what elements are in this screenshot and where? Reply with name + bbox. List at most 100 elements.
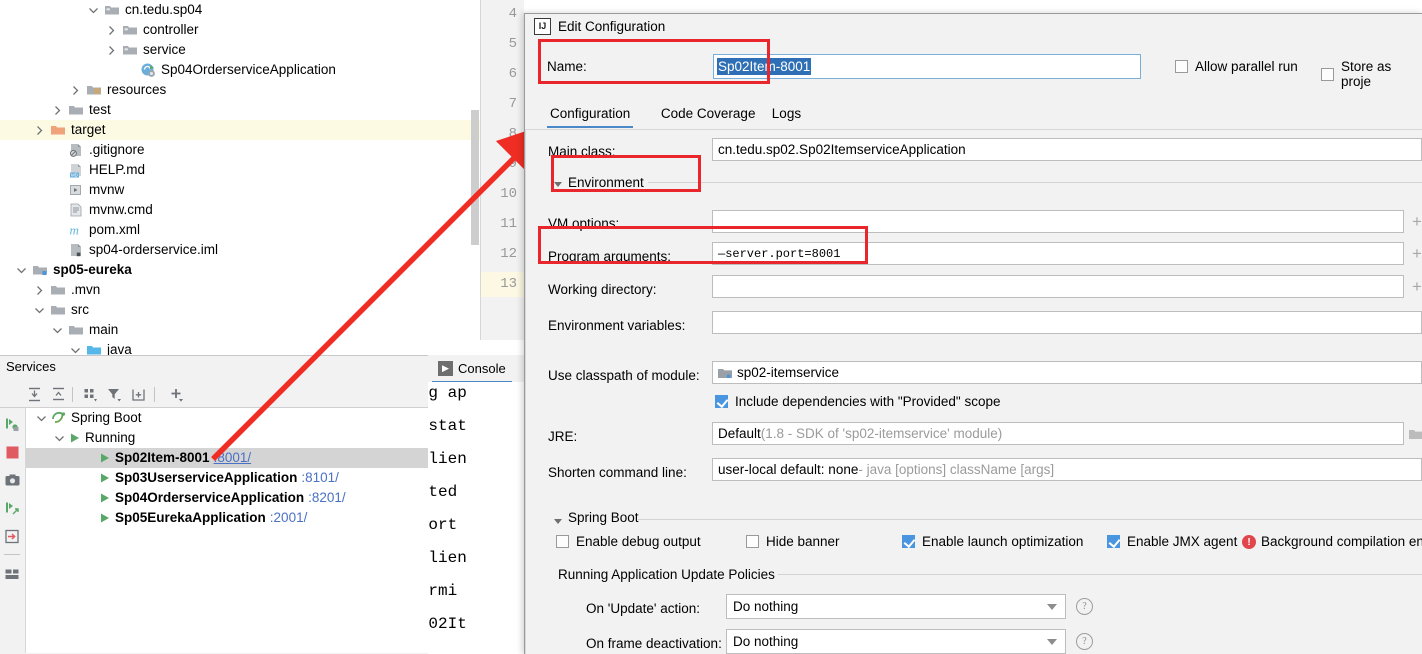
maven-file-icon: m — [68, 222, 89, 238]
project-tree-panel[interactable]: cn.tedu.sp04 controller service Sp04Orderse… — [0, 0, 480, 355]
stop-icon[interactable] — [4, 444, 21, 461]
tree-item-pom-xml[interactable]: m pom.xml — [0, 220, 480, 240]
use-classpath-of-module-combo[interactable]: sp02-itemservice — [712, 361, 1422, 384]
enable-debug-output-checkbox[interactable]: Enable debug output — [556, 534, 701, 549]
services-item-running[interactable]: Running — [26, 428, 428, 448]
tree-item-resources[interactable]: resources — [0, 80, 480, 100]
console-tab-bar[interactable]: ▶ Console — [428, 355, 524, 383]
chevron-right-icon[interactable] — [106, 25, 117, 36]
services-toolbar[interactable] — [0, 382, 428, 408]
working-directory-input[interactable] — [712, 275, 1404, 298]
services-item-port-link[interactable]: :2001/ — [270, 508, 308, 528]
chevron-down-icon[interactable] — [88, 5, 99, 16]
run-icon — [69, 432, 81, 444]
folder-icon — [50, 282, 71, 298]
attach-debugger-icon[interactable] — [4, 500, 21, 517]
services-item-sp02item-8001[interactable]: Sp02Item-8001:8001/ — [26, 448, 428, 468]
chevron-down-icon[interactable] — [70, 345, 81, 356]
allow-parallel-run-checkbox[interactable]: Allow parallel run — [1175, 59, 1298, 74]
debug-icon[interactable] — [4, 416, 21, 433]
services-item-port-link[interactable]: :8001/ — [214, 448, 252, 468]
tree-item-java[interactable]: java — [0, 340, 480, 355]
shorten-command-line-combo[interactable]: user-local default: none - java [options… — [712, 458, 1422, 481]
name-input[interactable]: Sp02Item-8001 — [713, 54, 1141, 79]
tree-item-src[interactable]: src — [0, 300, 480, 320]
export-icon[interactable] — [4, 528, 21, 545]
jre-combo[interactable]: Default (1.8 - SDK of 'sp02-itemservice'… — [712, 422, 1404, 445]
layout-icon[interactable] — [4, 566, 21, 583]
spring-boot-group-label[interactable]: Spring Boot — [568, 510, 639, 525]
tree-item-mvnw-cmd[interactable]: mvnw.cmd — [0, 200, 480, 220]
chevron-down-icon[interactable] — [54, 433, 65, 444]
services-item-spring-boot[interactable]: Spring Boot — [26, 408, 428, 428]
hide-banner-checkbox[interactable]: Hide banner — [746, 534, 840, 549]
chevron-right-icon[interactable] — [106, 45, 117, 56]
checkbox-box — [1175, 60, 1188, 73]
console-line: d Sp02It — [428, 615, 467, 633]
chevron-down-icon[interactable] — [36, 413, 47, 424]
background-compilation-warning: Background compilation en — [1261, 534, 1422, 549]
expand-all-icon[interactable] — [26, 386, 43, 403]
tree-item-target[interactable]: target — [0, 120, 480, 140]
plus-icon[interactable]: + — [1410, 245, 1422, 262]
services-item-sp04orderserviceapplication[interactable]: Sp04OrderserviceApplication:8201/ — [26, 488, 428, 508]
tree-item-controller[interactable]: controller — [0, 20, 480, 40]
dialog-tab-strip[interactable]: Configuration Code Coverage Logs — [525, 102, 1422, 128]
enable-jmx-agent-checkbox[interactable]: Enable JMX agent — [1107, 534, 1237, 549]
tab-configuration[interactable]: Configuration — [547, 102, 634, 128]
tree-item-main[interactable]: main — [0, 320, 480, 340]
services-item-port-link[interactable]: :8201/ — [308, 488, 346, 508]
chevron-right-icon[interactable] — [34, 125, 45, 136]
services-action-sidebar[interactable] — [0, 382, 26, 653]
chevron-right-icon[interactable] — [52, 105, 63, 116]
help-icon[interactable]: ? — [1076, 598, 1093, 615]
services-item-sp05eurekaapplication[interactable]: Sp05EurekaApplication:2001/ — [26, 508, 428, 528]
add-icon[interactable] — [168, 386, 185, 403]
tab-code-coverage[interactable]: Code Coverage — [658, 102, 759, 126]
tree-item-test[interactable]: test — [0, 100, 480, 120]
tree-item-help-md[interactable]: MD HELP.md — [0, 160, 480, 180]
tree-item-sp05-eureka[interactable]: sp05-eureka — [0, 260, 480, 280]
collapse-all-icon[interactable] — [50, 386, 67, 403]
chevron-down-icon[interactable] — [554, 519, 562, 524]
environment-variables-input[interactable] — [712, 311, 1422, 334]
package-folder-icon — [104, 2, 125, 18]
plus-icon[interactable]: + — [1410, 213, 1422, 230]
project-tree-scrollbar[interactable] — [471, 110, 479, 245]
on-update-action-dropdown[interactable]: Do nothing — [726, 594, 1066, 619]
plus-icon[interactable]: + — [1410, 278, 1422, 295]
line-number-13: 13 — [500, 276, 517, 292]
services-item-sp03userserviceapplication[interactable]: Sp03UserserviceApplication:8101/ — [26, 468, 428, 488]
tab-console[interactable]: ▶ Console — [432, 355, 512, 383]
tree-item-label: src — [71, 302, 89, 317]
tree-item-mvnw[interactable]: mvnw — [0, 180, 480, 200]
store-as-project-checkbox[interactable]: Store as proje — [1321, 59, 1422, 89]
tree-item--gitignore[interactable]: .gitignore — [0, 140, 480, 160]
chevron-right-icon[interactable] — [70, 85, 81, 96]
include-provided-scope-checkbox[interactable]: Include dependencies with "Provided" sco… — [715, 394, 1001, 409]
chevron-right-icon[interactable] — [34, 285, 45, 296]
filter-icon[interactable] — [106, 386, 123, 403]
tree-item-sp04-orderservice-iml[interactable]: sp04-orderservice.iml — [0, 240, 480, 260]
help-icon[interactable]: ? — [1076, 633, 1093, 650]
folder-icon[interactable] — [1408, 427, 1422, 441]
tab-logs[interactable]: Logs — [769, 102, 804, 126]
chevron-down-icon[interactable] — [16, 265, 27, 276]
services-tree[interactable]: Spring Boot Running Sp02Item-8001:8001/Sp0… — [26, 408, 428, 653]
group-by-icon[interactable] — [82, 386, 99, 403]
chevron-down-icon[interactable] — [52, 325, 63, 336]
run-icon — [99, 472, 111, 484]
tree-item-cn-tedu-sp04[interactable]: cn.tedu.sp04 — [0, 0, 480, 20]
add-tab-icon[interactable] — [130, 386, 147, 403]
on-frame-deactivation-dropdown[interactable]: Do nothing — [726, 629, 1066, 654]
chevron-down-icon[interactable] — [34, 305, 45, 316]
tree-item--mvn[interactable]: .mvn — [0, 280, 480, 300]
group-rule — [648, 182, 1422, 183]
screenshot-icon[interactable] — [4, 472, 21, 489]
enable-launch-optimization-checkbox[interactable]: Enable launch optimization — [902, 534, 1083, 549]
tree-item-sp04orderserviceapplication[interactable]: Sp04OrderserviceApplication — [0, 60, 480, 80]
main-class-input[interactable]: cn.tedu.sp02.Sp02ItemserviceApplication — [712, 138, 1422, 161]
tree-item-service[interactable]: service — [0, 40, 480, 60]
services-item-port-link[interactable]: :8101/ — [301, 468, 339, 488]
